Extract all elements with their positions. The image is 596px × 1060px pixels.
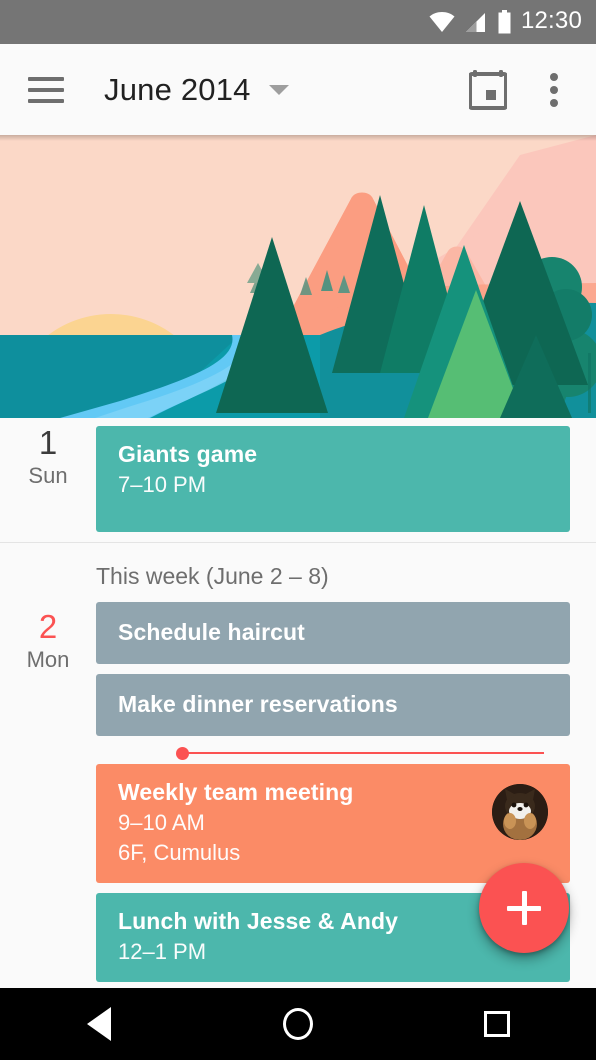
avatar[interactable] [492,784,548,840]
event-time: 12–1 PM [118,937,548,967]
week-header: This week (June 2 – 8) [0,543,596,602]
event-title: Weekly team meeting [118,777,548,808]
calendar-today-icon[interactable] [460,62,516,118]
add-event-fab[interactable] [479,863,569,953]
event-time: 7–10 PM [118,470,548,500]
month-illustration [0,135,596,418]
task-title: Schedule haircut [118,618,548,646]
wifi-icon [429,11,455,33]
home-nav-button[interactable] [199,1008,398,1040]
recents-nav-button[interactable] [397,1011,596,1037]
events-column: Giants game 7–10 PM [96,418,596,542]
chevron-down-icon[interactable] [269,85,289,95]
hero-top-shadow [0,135,596,141]
recents-square-icon [484,1011,510,1037]
date-weekday: Mon [0,646,96,674]
app-bar: June 2014 [0,44,596,135]
battery-icon [497,10,512,34]
task-card[interactable]: Make dinner reservations [96,674,570,736]
date-number: 1 [0,424,96,462]
calendar-app-screen: 12:30 June 2014 [0,0,596,1060]
date-weekday: Sun [0,462,96,490]
date-column: 1 Sun [0,418,96,542]
plus-icon-vertical [522,891,527,925]
event-card[interactable]: Weekly team meeting 9–10 AM 6F, Cumulus [96,764,570,883]
status-time: 12:30 [521,9,582,35]
event-location: 6F, Cumulus [118,838,548,868]
page-title[interactable]: June 2014 [104,72,251,108]
hamburger-menu-icon[interactable] [28,77,64,103]
task-card[interactable]: Schedule haircut [96,602,570,664]
status-bar: 12:30 [0,0,596,44]
home-circle-icon [283,1008,313,1040]
overflow-menu-icon[interactable] [530,62,578,118]
event-time: 9–10 AM [118,808,548,838]
agenda-day-sun: 1 Sun Giants game 7–10 PM [0,418,596,542]
back-nav-button[interactable] [0,1007,199,1041]
event-title: Giants game [118,439,548,470]
current-time-line [184,752,544,754]
event-card[interactable]: Giants game 7–10 PM [96,426,570,532]
date-column: 2 Mon [0,602,96,988]
current-time-indicator [96,746,570,760]
signal-icon [464,11,488,33]
task-title: Make dinner reservations [118,690,548,718]
back-triangle-icon [87,1007,111,1041]
android-navigation-bar [0,988,596,1060]
date-number: 2 [0,608,96,646]
